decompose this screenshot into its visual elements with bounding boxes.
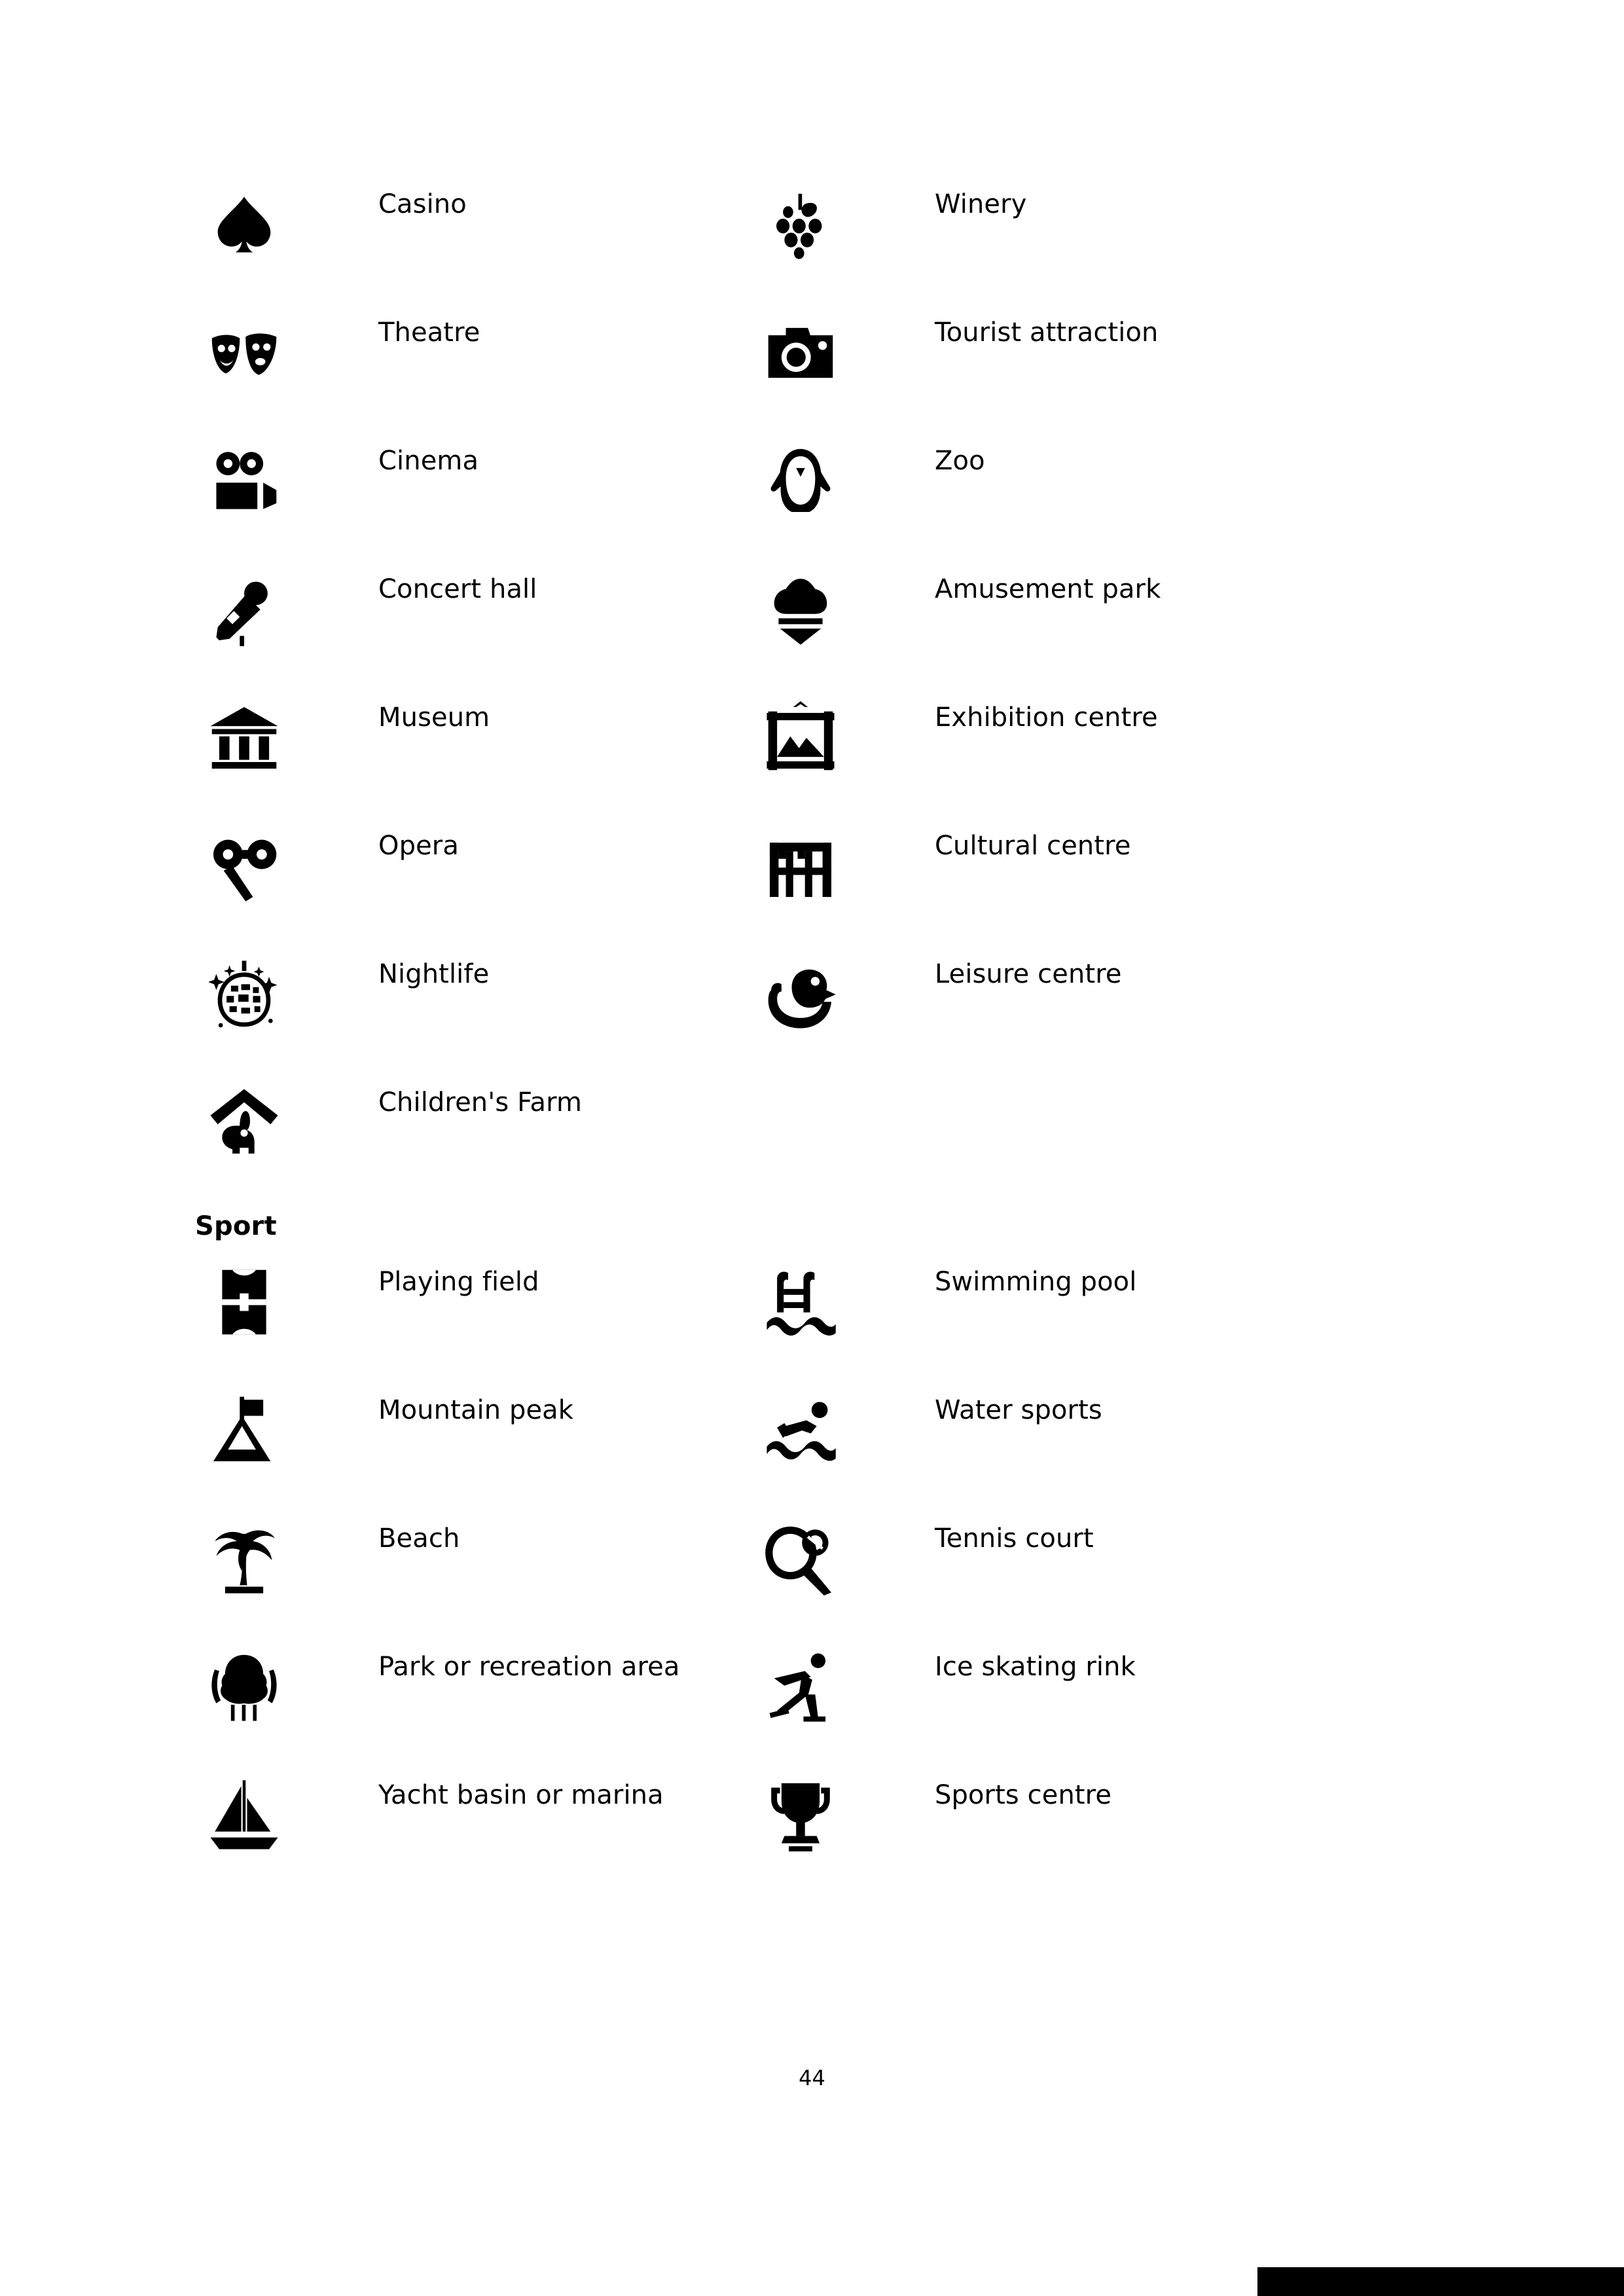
legend-item: Museum: [195, 689, 751, 787]
legend-item: Cinema: [195, 432, 751, 530]
legend-item: Tourist attraction: [751, 304, 1341, 402]
section-title-sport: Sport: [195, 1211, 277, 1241]
legend-item-label: Leisure centre: [935, 959, 1122, 989]
legend-item: Theatre: [195, 304, 751, 402]
legend-item: Beach: [195, 1510, 751, 1608]
penguin-icon: [751, 432, 850, 530]
sailboat-icon: [195, 1766, 293, 1865]
legend-item-label: Water sports: [935, 1395, 1102, 1425]
legend-item-label: Amusement park: [935, 574, 1161, 604]
grapes-icon: [751, 175, 850, 274]
legend-item-label: Mountain peak: [378, 1395, 574, 1425]
legend-item-label: Children's Farm: [378, 1087, 583, 1118]
legend-item: Tennis court: [751, 1510, 1341, 1608]
legend-item: Water sports: [751, 1381, 1341, 1480]
legend-item-label: Tourist attraction: [935, 318, 1159, 348]
microphone-icon: [195, 560, 293, 659]
legend-item-label: Park or recreation area: [378, 1652, 680, 1682]
theatre-masks-icon: [195, 304, 293, 402]
tree-park-icon: [195, 1638, 293, 1736]
legend-item: Park or recreation area: [195, 1638, 751, 1736]
legend-item: Leisure centre: [751, 945, 1341, 1044]
legend-item-label: Theatre: [378, 318, 480, 348]
legend-item-label: Winery: [935, 189, 1027, 219]
rabbit-barn-icon: [195, 1074, 293, 1172]
legend-item-label: Cultural centre: [935, 831, 1131, 861]
legend-item: Mountain peak: [195, 1381, 751, 1480]
legend-item: Sports centre: [751, 1766, 1341, 1865]
icon-legend-list: Casino Winery Theatre Tourist attraction Cin…: [195, 175, 1439, 1895]
playing-field-icon: [195, 1253, 293, 1351]
trophy-icon: [751, 1766, 850, 1865]
legend-item-label: Tennis court: [935, 1523, 1094, 1554]
legend-item: Amusement park: [751, 560, 1341, 659]
palm-tree-icon: [195, 1510, 293, 1608]
arched-building-icon: [751, 817, 850, 915]
legend-item-label: Opera: [378, 831, 459, 861]
legend-item-label: Nightlife: [378, 959, 490, 989]
page-number: 44: [799, 2066, 825, 2090]
movie-camera-icon: [195, 432, 293, 530]
legend-item-label: Concert hall: [378, 574, 537, 604]
legend-item: Ice skating rink: [751, 1638, 1341, 1736]
legend-item: Exhibition centre: [751, 689, 1341, 787]
legend-item-label: Museum: [378, 702, 490, 733]
footer-black-bar: [1257, 2267, 1624, 2296]
legend-item-label: Zoo: [935, 446, 985, 476]
water-sports-icon: [751, 1381, 850, 1480]
legend-item-label: Sports centre: [935, 1780, 1112, 1810]
legend-item-label: Swimming pool: [935, 1267, 1137, 1297]
legend-item: Opera: [195, 817, 751, 915]
rubber-duck-icon: [751, 945, 850, 1044]
legend-item: Winery: [751, 175, 1341, 274]
mountain-peak-icon: [195, 1381, 293, 1480]
museum-building-icon: [195, 689, 293, 787]
legend-item: Concert hall: [195, 560, 751, 659]
legend-item: Yacht basin or marina: [195, 1766, 751, 1865]
legend-item: Nightlife: [195, 945, 751, 1044]
legend-item: Zoo: [751, 432, 1341, 530]
framed-picture-icon: [751, 689, 850, 787]
legend-item-label: Beach: [378, 1523, 460, 1554]
swimming-pool-icon: [751, 1253, 850, 1351]
legend-item-label: Cinema: [378, 446, 479, 476]
tennis-racket-icon: [751, 1510, 850, 1608]
legend-item-label: Playing field: [378, 1267, 539, 1297]
camera-icon: [751, 304, 850, 402]
ice-cream-cone-icon: [751, 560, 850, 659]
ice-skater-icon: [751, 1638, 850, 1736]
legend-item-label: Casino: [378, 189, 467, 219]
spade-icon: [195, 175, 293, 274]
opera-glasses-icon: [195, 817, 293, 915]
legend-item-label: Exhibition centre: [935, 702, 1158, 733]
legend-item: Cultural centre: [751, 817, 1341, 915]
document-page: Casino Winery Theatre Tourist attraction Cin…: [0, 0, 1624, 2296]
legend-item-label: Yacht basin or marina: [378, 1780, 664, 1810]
legend-item: Casino: [195, 175, 751, 274]
legend-item: Swimming pool: [751, 1253, 1341, 1351]
legend-item: Playing field: [195, 1253, 751, 1351]
legend-item-label: Ice skating rink: [935, 1652, 1136, 1682]
disco-ball-icon: [195, 945, 293, 1044]
legend-item: Children's Farm: [195, 1074, 751, 1172]
